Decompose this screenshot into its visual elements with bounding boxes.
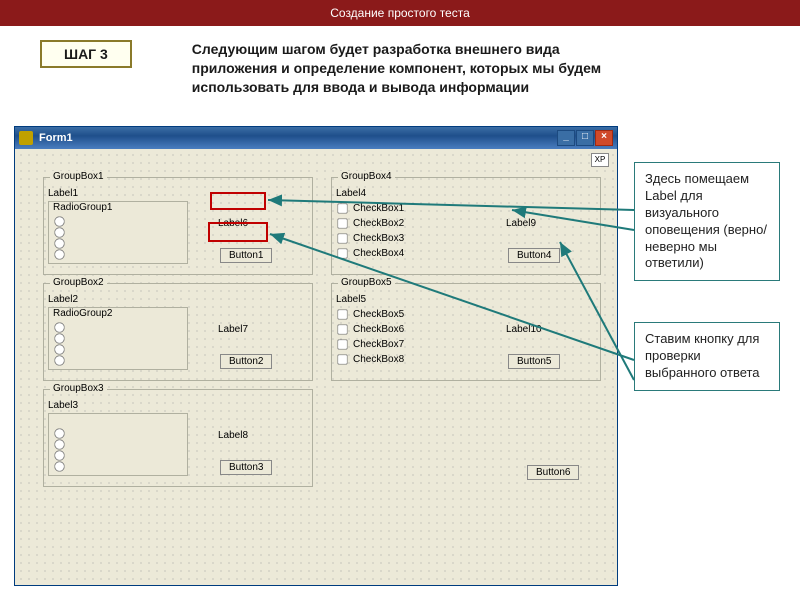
step-row: ШАГ 3 Следующим шагом будет разработка в… xyxy=(0,26,800,103)
checkbox3-label: CheckBox3 xyxy=(353,233,404,244)
radio2-2[interactable] xyxy=(54,333,64,343)
groupbox3-title: GroupBox3 xyxy=(50,383,107,394)
page-header: Создание простого теста xyxy=(0,0,800,26)
groupbox2-title: GroupBox2 xyxy=(50,277,107,288)
checkbox5-label: CheckBox5 xyxy=(353,309,404,320)
radio3-4[interactable] xyxy=(54,461,64,471)
label8[interactable]: Label8 xyxy=(218,430,248,441)
groupbox4[interactable]: GroupBox4 Label4 CheckBox1 CheckBox2 Che… xyxy=(331,177,601,275)
form-designer-window: Form1 _ □ × XP GroupBox1 Label1 RadioGro… xyxy=(14,126,618,586)
step-description: Следующим шагом будет разработка внешнег… xyxy=(192,40,612,97)
window-title: Form1 xyxy=(39,132,73,144)
maximize-button[interactable]: □ xyxy=(576,130,594,146)
groupbox1-title: GroupBox1 xyxy=(50,171,107,182)
label7[interactable]: Label7 xyxy=(218,324,248,335)
button1[interactable]: Button1 xyxy=(220,248,272,263)
label4[interactable]: Label4 xyxy=(336,188,596,199)
callout-button-info: Ставим кнопку для проверки выбранного от… xyxy=(634,322,780,391)
checkbox8-label: CheckBox8 xyxy=(353,354,404,365)
radiogroup1[interactable]: RadioGroup1 xyxy=(48,201,188,264)
groupbox2[interactable]: GroupBox2 Label2 RadioGroup2 Label7 Butt… xyxy=(43,283,313,381)
radio3-1[interactable] xyxy=(54,428,64,438)
checkbox6[interactable] xyxy=(337,324,347,334)
checkbox1-label: CheckBox1 xyxy=(353,203,404,214)
titlebar: Form1 _ □ × xyxy=(15,127,617,149)
checkbox2[interactable] xyxy=(337,218,347,228)
checkbox7-label: CheckBox7 xyxy=(353,339,404,350)
button3[interactable]: Button3 xyxy=(220,460,272,475)
groupbox5-title: GroupBox5 xyxy=(338,277,395,288)
checkbox5[interactable] xyxy=(337,309,347,319)
radio2-3[interactable] xyxy=(54,344,64,354)
radio1-1[interactable] xyxy=(54,216,64,226)
radio2-1[interactable] xyxy=(54,322,64,332)
checkbox8[interactable] xyxy=(337,354,347,364)
radio2-4[interactable] xyxy=(54,355,64,365)
checkbox2-label: CheckBox2 xyxy=(353,218,404,229)
groupbox5[interactable]: GroupBox5 Label5 CheckBox5 CheckBox6 Che… xyxy=(331,283,601,381)
checkbox1[interactable] xyxy=(337,203,347,213)
step-badge: ШАГ 3 xyxy=(40,40,132,68)
checkbox6-label: CheckBox6 xyxy=(353,324,404,335)
radiogroup3-title xyxy=(53,414,56,425)
callout-label-info: Здесь помещаем Label для визуального опо… xyxy=(634,162,780,281)
label1[interactable]: Label1 xyxy=(48,188,308,199)
radio1-4[interactable] xyxy=(54,249,64,259)
window-controls: _ □ × xyxy=(557,130,613,146)
radio1-2[interactable] xyxy=(54,227,64,237)
minimize-button[interactable]: _ xyxy=(557,130,575,146)
radiogroup1-title: RadioGroup1 xyxy=(53,202,112,213)
button2[interactable]: Button2 xyxy=(220,354,272,369)
button6[interactable]: Button6 xyxy=(527,465,579,480)
checkbox7[interactable] xyxy=(337,339,347,349)
label3[interactable]: Label3 xyxy=(48,400,308,411)
groupbox4-title: GroupBox4 xyxy=(338,171,395,182)
checkbox3[interactable] xyxy=(337,233,347,243)
groupbox3[interactable]: GroupBox3 Label3 Label8 Button3 xyxy=(43,389,313,487)
form-canvas[interactable]: XP GroupBox1 Label1 RadioGroup1 Label6 B… xyxy=(15,149,617,585)
groupbox1[interactable]: GroupBox1 Label1 RadioGroup1 Label6 Butt… xyxy=(43,177,313,275)
label10[interactable]: Label10 xyxy=(506,324,542,335)
radiogroup2[interactable]: RadioGroup2 xyxy=(48,307,188,370)
label9[interactable]: Label9 xyxy=(506,218,536,229)
checkbox4[interactable] xyxy=(337,248,347,258)
radio3-3[interactable] xyxy=(54,450,64,460)
radiogroup3[interactable] xyxy=(48,413,188,476)
button5[interactable]: Button5 xyxy=(508,354,560,369)
radio3-2[interactable] xyxy=(54,439,64,449)
radio1-3[interactable] xyxy=(54,238,64,248)
xp-manifest-icon[interactable]: XP xyxy=(591,153,609,167)
checkbox4-label: CheckBox4 xyxy=(353,248,404,259)
label5[interactable]: Label5 xyxy=(336,294,596,305)
radiogroup2-title: RadioGroup2 xyxy=(53,308,112,319)
label2[interactable]: Label2 xyxy=(48,294,308,305)
app-icon xyxy=(19,131,33,145)
close-button[interactable]: × xyxy=(595,130,613,146)
button4[interactable]: Button4 xyxy=(508,248,560,263)
label6[interactable]: Label6 xyxy=(218,218,248,229)
